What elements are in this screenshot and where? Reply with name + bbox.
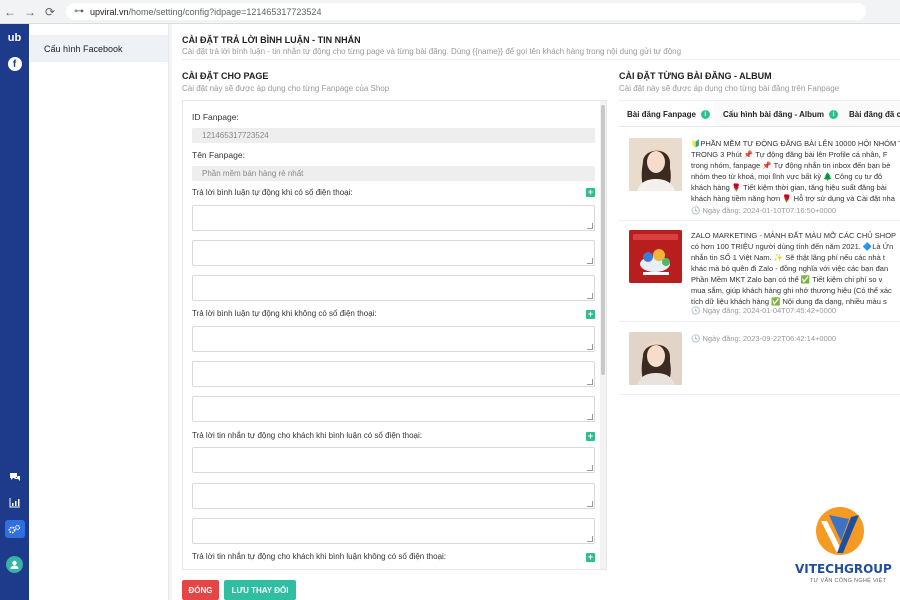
post-date-text: Ngày đăng: 2024-01-10T07:16:50+0000 [702,206,837,215]
reply-message-with-phone-input-2[interactable] [192,483,595,509]
reply-comment-with-phone-input-3[interactable] [192,275,595,301]
post-line: trong nhóm, fanpage 📌 Tự động nhắn tin i… [691,161,891,170]
page-section-subtitle: Cài đặt này sẽ được áp dụng cho từng Fan… [182,84,390,93]
header-divider [182,59,900,60]
add-reply-message-no-phone-button[interactable]: + [586,553,595,562]
tab-album-config[interactable]: Cấu hình bài đăng - Album i [715,101,840,126]
post-thumbnail [629,138,682,191]
add-reply-comment-no-phone-button[interactable]: + [586,310,595,319]
tab-configured-posts-label: Bài đăng đã c [849,110,900,119]
facebook-icon[interactable]: f [7,57,22,71]
add-reply-comment-with-phone-button[interactable]: + [586,188,595,197]
posts-panel: Bài đăng Fanpage i Cấu hình bài đăng - Al… [619,100,900,570]
fanpage-id-field: 121465317723524 [192,128,595,143]
post-thumbnail [629,230,682,283]
rail-bottom-icons [0,468,29,546]
reply-message-no-phone-label: Trả lời tin nhắn tự động cho khách khi b… [192,552,447,561]
post-item[interactable]: ZALO MARKETING - MẢNH ĐẤT MÀU MỠ CÁC CHỦ… [619,222,900,322]
post-date: 🕓 Ngày đăng: 2023-09-22T06:42:14+0000 [691,334,837,343]
fanpage-name-label: Tên Fanpage: [192,150,245,160]
forward-arrow-icon[interactable]: → [20,2,40,22]
brand-name: VITECHGROUP [795,562,892,576]
post-line: 🔰PHẦN MỀM TỰ ĐỘNG ĐĂNG BÀI LÊN 10000 HỘI… [691,139,900,148]
page-settings-form: ID Fanpage: 121465317723524 Tên Fanpage:… [182,100,607,570]
chat-icon[interactable] [5,468,25,486]
tab-configured-posts[interactable]: Bài đăng đã c [841,101,900,126]
reply-comment-with-phone-input-1[interactable] [192,205,595,231]
reply-message-with-phone-label: Trả lời tin nhắn tự động cho khách khi b… [192,431,423,440]
settings-icon[interactable] [4,520,25,538]
post-line: khác mà bỏ quên đi Zalo - đồng nghĩa với… [691,264,889,273]
form-scrollbar[interactable] [600,101,606,569]
post-line: nhắn tin SỐ 1 Việt Nam. ✨ Sẽ thật lãng p… [691,253,885,262]
post-line: nhóm theo từ khoá, mọi lĩnh vực bất kỳ 🌲… [691,172,883,181]
post-thumbnail [629,332,682,385]
info-icon: i [829,110,839,119]
reply-comment-no-phone-label: Trả lời bình luận tự động khi không có s… [192,309,377,318]
page-title: CÀI ĐẶT TRẢ LỜI BÌNH LUẬN - TIN NHẮN [182,35,361,45]
reply-comment-with-phone-label: Trả lời bình luận tự động khi có số điện… [192,188,353,197]
posts-tabs: Bài đăng Fanpage i Cấu hình bài đăng - Al… [619,101,900,127]
page-section-title: CÀI ĐẶT CHO PAGE [182,71,269,81]
post-line: có hơn 100 TRIỆU người dùng tính đến năm… [691,242,894,251]
info-icon: i [700,110,710,119]
reply-message-with-phone-input-3[interactable] [192,518,595,544]
upviral-logo[interactable]: ub [6,29,24,47]
reply-comment-no-phone-input-2[interactable] [192,361,595,387]
post-line: TRONG 3 Phút 📌 Tự động đăng bài lên Prof… [691,150,888,159]
user-avatar-icon[interactable] [6,556,23,573]
post-line: khách hàng 🌹 Tiết kiệm thời gian, tăng h… [691,183,887,192]
post-line: mua sắm, giúp khách hàng ghi nhớ thương … [691,286,892,295]
page-subtitle: Cài đặt trả lời bình luận - tin nhắn tự … [182,47,682,56]
fanpage-name-field: Phần mềm bán hàng rẻ nhất [192,166,595,181]
site-settings-icon[interactable]: ⊶ [74,6,84,17]
post-line: ZALO MARKETING - MẢNH ĐẤT MÀU MỠ CÁC CHỦ… [691,231,897,240]
main-content: CÀI ĐẶT TRẢ LỜI BÌNH LUẬN - TIN NHẮN Cài… [172,24,900,600]
address-bar[interactable]: ⊶ upviral.vn/home/setting/config?idpage=… [66,3,866,20]
reply-comment-with-phone-input-2[interactable] [192,240,595,266]
tab-album-config-label: Cấu hình bài đăng - Album [723,110,825,119]
url-host: upviral.vn [90,6,129,17]
settings-menu: Cấu hình Facebook [29,24,169,600]
save-changes-button[interactable]: LƯU THAY ĐỔI [224,580,296,600]
post-section-title: CÀI ĐẶT TỪNG BÀI ĐĂNG - ALBUM [619,71,772,81]
post-section-subtitle: Cài đặt này sẽ được áp dụng cho từng bài… [619,84,840,93]
reply-message-with-phone-input-1[interactable] [192,447,595,473]
add-reply-message-with-phone-button[interactable]: + [586,432,595,441]
tab-fanpage-posts-label: Bài đăng Fanpage [627,110,696,119]
post-line: khách hàng tiềm năng hơn 🌹 Hỗ trợ sử dụn… [691,194,895,203]
chart-icon[interactable] [5,494,25,512]
post-item[interactable]: 🔰PHẦN MỀM TỰ ĐỘNG ĐĂNG BÀI LÊN 10000 HỘI… [619,128,900,221]
url-path: /home/setting/config?idpage=121465317723… [128,6,322,17]
back-arrow-icon[interactable]: ← [0,2,20,22]
vitechgroup-logo: VITECHGROUP TƯ VẤN CÔNG NGHỆ VIỆT [793,505,900,600]
post-line: Phần Mềm MKT Zalo bạn có thể ✅ Tiết kiệm… [691,275,883,284]
close-button[interactable]: ĐÓNG [182,580,219,600]
tab-fanpage-posts[interactable]: Bài đăng Fanpage i [619,101,714,126]
post-date: 🕓 Ngày đăng: 2024-01-10T07:16:50+0000 [691,206,837,215]
post-content: 🔰PHẦN MỀM TỰ ĐỘNG ĐĂNG BÀI LÊN 10000 HỘI… [691,138,900,204]
post-item[interactable]: 🕓 Ngày đăng: 2023-09-22T06:42:14+0000 [619,323,900,395]
post-content: ZALO MARKETING - MẢNH ĐẤT MÀU MỠ CÁC CHỦ… [691,230,900,307]
fanpage-id-label: ID Fanpage: [192,112,239,122]
form-scrollbar-thumb[interactable] [601,105,605,375]
reload-icon[interactable]: ⟳ [40,2,60,22]
reply-comment-no-phone-input-1[interactable] [192,326,595,352]
vitechgroup-emblem [816,507,864,555]
browser-toolbar: ← → ⟳ ⊶ upviral.vn/home/setting/config?i… [0,0,900,24]
brand-tagline: TƯ VẤN CÔNG NGHỆ VIỆT [810,578,887,584]
post-date-text: Ngày đăng: 2024-01-04T07:45:42+0000 [702,306,837,315]
reply-comment-no-phone-input-3[interactable] [192,396,595,422]
post-date-text: Ngày đăng: 2023-09-22T06:42:14+0000 [702,334,837,343]
menu-item-facebook-config[interactable]: Cấu hình Facebook [30,35,168,62]
post-date: 🕓 Ngày đăng: 2024-01-04T07:45:42+0000 [691,306,837,315]
